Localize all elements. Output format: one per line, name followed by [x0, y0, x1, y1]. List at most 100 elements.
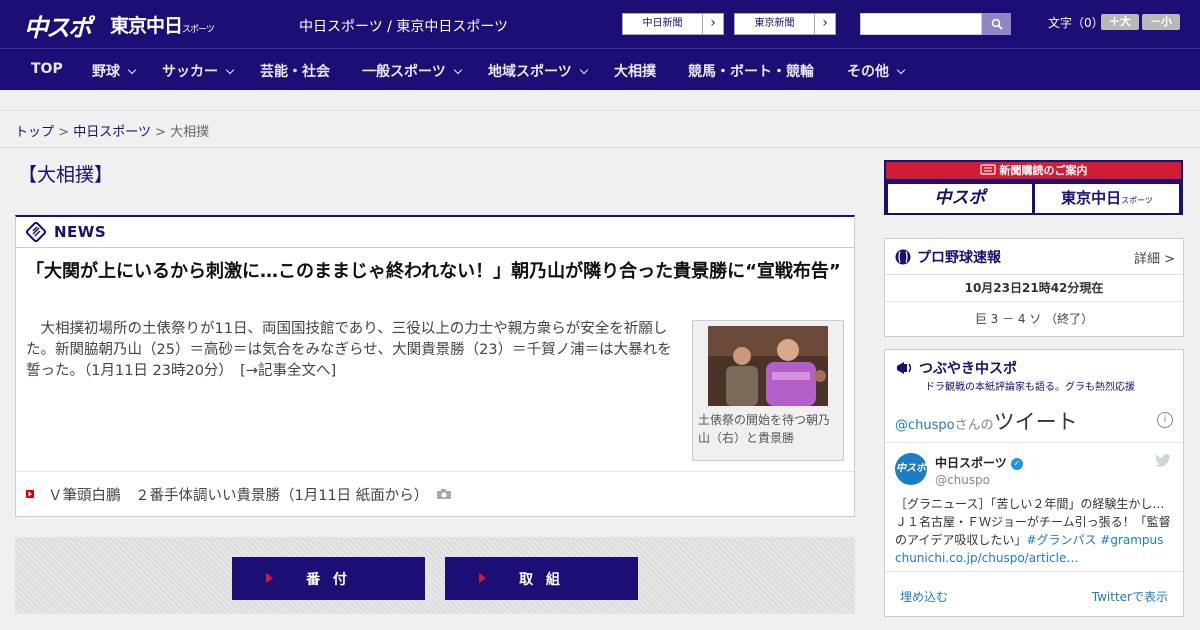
- camera-icon: [437, 489, 452, 499]
- nav-label: 大相撲: [614, 64, 656, 80]
- tokyo-logo-main: 東京中日: [110, 15, 183, 37]
- search-button[interactable]: [982, 13, 1011, 35]
- info-icon[interactable]: i: [1157, 412, 1173, 428]
- search-icon: [991, 18, 1003, 30]
- nav-label: 芸能・社会: [260, 64, 330, 80]
- view-on-twitter-link[interactable]: Twitterで表示: [1092, 588, 1168, 605]
- nav-label: 一般スポーツ: [362, 64, 446, 80]
- news-lead-text[interactable]: 大相撲初場所の土俵祭りが11日、両国国技館であり、三役以上の力士や親方衆らが安全…: [26, 319, 676, 382]
- chevron-down-icon: [225, 65, 235, 75]
- subscribe-tokyo-logo[interactable]: 東京中日スポーツ: [1035, 184, 1179, 213]
- sumo-link-buttons: 番 付 取 組: [15, 537, 855, 614]
- subscribe-tokyo-small: スポーツ: [1121, 196, 1153, 205]
- nav-item-entertainment[interactable]: 芸能・社会: [260, 61, 330, 81]
- breadcrumb-link-chuspo[interactable]: 中日スポーツ: [73, 125, 151, 140]
- nav-label: その他: [847, 64, 889, 80]
- nav-label: 地域スポーツ: [488, 64, 572, 80]
- torikumi-button[interactable]: 取 組: [445, 557, 638, 600]
- embed-link[interactable]: 埋め込む: [900, 588, 948, 605]
- tokyo-chunichi-logo[interactable]: 東京中日スポーツ: [110, 11, 215, 38]
- font-size-label: 文字（0）: [1048, 16, 1104, 30]
- breadcrumb: トップ > 中日スポーツ > 大相撲: [0, 110, 1200, 148]
- chevron-right-icon: ›: [710, 15, 716, 31]
- tweet-author-label: 中日スポーツ: [935, 456, 1007, 470]
- tweet-author-handle[interactable]: @chuspo: [935, 473, 990, 487]
- font-smaller-button[interactable]: －小: [1142, 14, 1180, 30]
- chevron-down-icon: [579, 65, 588, 75]
- newspaper-icon: [26, 222, 46, 242]
- twitter-handle-link[interactable]: @chuspo: [895, 418, 955, 433]
- news-headline-link[interactable]: 「大関が上にいるから刺激に…このままじゃ終われない！」朝乃山が隣り合った貴景勝に…: [26, 259, 846, 285]
- breadcrumb-link-top[interactable]: トップ: [15, 125, 54, 140]
- nav-item-sumo[interactable]: 大相撲: [614, 61, 656, 81]
- news-photo-card[interactable]: 土俵祭の開始を待つ朝乃山（右）と貴景勝: [692, 320, 844, 461]
- triangle-right-icon: [479, 573, 486, 583]
- subscription-banner-title: 新聞購読のご案内: [886, 162, 1181, 179]
- tweet-hashtags[interactable]: #グランパス #grampus: [1026, 533, 1163, 547]
- news-photo: [708, 326, 828, 406]
- breadcrumb-current: 大相撲: [170, 125, 210, 140]
- related-article-item[interactable]: Ｖ筆頭白鵬 ２番手体調いい貴景勝（1月11日 紙面から）: [16, 471, 854, 516]
- nav-label: 競馬・ボート・競輪: [688, 64, 814, 80]
- twitter-widget-footer: 埋め込む Twitterで表示: [885, 571, 1183, 616]
- news-section: NEWS 「大関が上にいるから刺激に…このままじゃ終われない！」朝乃山が隣り合っ…: [15, 215, 855, 517]
- search-box: [860, 13, 1011, 35]
- chevron-right-icon: ›: [822, 15, 828, 31]
- tokyo-logo-small: スポーツ: [182, 25, 215, 35]
- twitter-handle-suffix: さんの: [954, 418, 994, 433]
- category-title: 【大相撲】: [18, 164, 114, 186]
- tweet-text: ［グラニュース］「苦しい２年間」の経験生かし…Ｊ１名古屋・ＦＷジョーがチーム引っ…: [895, 495, 1175, 567]
- site-header: 中スポ 東京中日スポーツ 中日スポーツ / 東京中日スポーツ 中日新聞 › 東京新…: [0, 0, 1200, 48]
- subscription-banner[interactable]: 新聞購読のご案内 中スポ 東京中日スポーツ: [884, 160, 1183, 215]
- chevron-down-icon: [453, 65, 462, 75]
- nav-item-baseball[interactable]: 野球: [92, 61, 137, 81]
- tweet-link[interactable]: chunichi.co.jp/chuspo/article…: [895, 551, 1078, 565]
- twitter-widget-title: つぶやき中スポ: [895, 358, 1017, 378]
- chunichi-shimbun-link[interactable]: 中日新聞 ›: [622, 13, 724, 35]
- nav-label: サッカー: [162, 64, 218, 80]
- tokyo-shimbun-link[interactable]: 東京新聞 ›: [734, 13, 836, 35]
- nav-item-racing[interactable]: 競馬・ボート・競輪: [688, 61, 814, 81]
- nav-item-general-sports[interactable]: 一般スポーツ: [362, 61, 462, 81]
- twitter-widget-subtitle: ドラ観戦の本紙評論家も語る。グラも熱烈応援: [925, 382, 1135, 393]
- torikumi-label: 取 組: [519, 571, 564, 588]
- baseball-icon: [895, 249, 911, 264]
- header-spacer: [0, 90, 1200, 110]
- chuspo-logo[interactable]: 中スポ: [24, 8, 92, 43]
- twitter-widget: つぶやき中スポ ドラ観戦の本紙評論家も語る。グラも熱烈応援 @chuspoさんの…: [884, 349, 1184, 617]
- pro-baseball-title: プロ野球速報: [917, 249, 1001, 266]
- nav-label: TOP: [31, 61, 63, 77]
- chevron-down-icon: [896, 65, 906, 75]
- breadcrumb-separator: >: [58, 125, 70, 140]
- tokyo-shimbun-label: 東京新聞: [735, 14, 815, 34]
- baseball-detail-link[interactable]: 詳細 >: [1134, 248, 1175, 267]
- twitter-timeline-header: @chuspoさんのツイート i: [885, 396, 1183, 443]
- search-input[interactable]: [860, 13, 982, 35]
- twitter-widget-heading: つぶやき中スポ: [919, 361, 1017, 377]
- twitter-bird-icon[interactable]: [1155, 454, 1171, 467]
- megaphone-icon: [897, 362, 912, 374]
- subscription-banner-label: 新聞購読のご案内: [999, 164, 1088, 177]
- nav-item-other[interactable]: その他: [847, 61, 906, 81]
- pro-baseball-scores: プロ野球速報 詳細 > 10月23日21時42分現在 巨 3 － 4 ソ （終了…: [884, 238, 1184, 337]
- triangle-right-icon: [266, 573, 273, 583]
- baseball-score[interactable]: 巨 3 － 4 ソ （終了）: [885, 301, 1183, 327]
- nav-item-soccer[interactable]: サッカー: [162, 61, 235, 81]
- verified-icon: ✓: [1010, 458, 1023, 470]
- nav-item-top[interactable]: TOP: [31, 61, 63, 77]
- news-heading: NEWS: [54, 223, 107, 241]
- avatar[interactable]: 中スポ: [895, 453, 927, 485]
- site-tagline: 中日スポーツ / 東京中日スポーツ: [299, 19, 509, 35]
- subscribe-chuspo-logo[interactable]: 中スポ: [888, 184, 1032, 213]
- photo-caption: 土俵祭の開始を待つ朝乃山（右）と貴景勝: [698, 413, 831, 445]
- twitter-header-word: ツイート: [993, 410, 1078, 434]
- font-larger-button[interactable]: ＋大: [1101, 14, 1139, 30]
- nav-item-regional-sports[interactable]: 地域スポーツ: [488, 61, 588, 81]
- sumo-photo-illustration: [708, 326, 828, 406]
- main-nav: TOP 野球 サッカー 芸能・社会 一般スポーツ 地域スポーツ 大相撲 競馬・ボ…: [0, 48, 1200, 90]
- banzuke-button[interactable]: 番 付: [232, 557, 425, 600]
- baseball-timestamp: 10月23日21時42分現在: [964, 281, 1104, 295]
- related-article-title: Ｖ筆頭白鵬 ２番手体調いい貴景勝（1月11日 紙面から）: [48, 487, 429, 504]
- tweet-author-name[interactable]: 中日スポーツ ✓: [935, 454, 1023, 471]
- news-header: NEWS: [16, 217, 854, 248]
